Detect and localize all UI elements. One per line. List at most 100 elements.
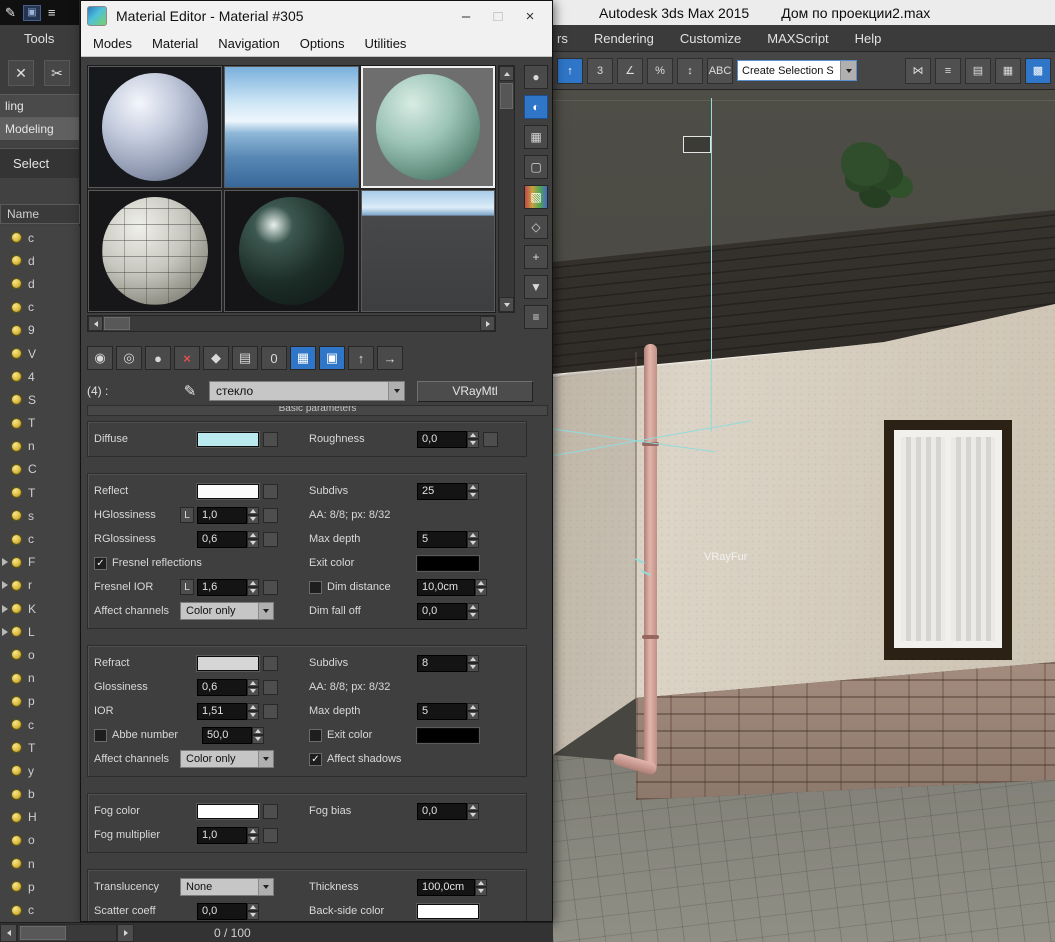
reflect-color-swatch[interactable]	[197, 483, 259, 499]
fresnel-ior-map-button[interactable]	[263, 579, 278, 595]
back-side-color-swatch[interactable]	[417, 903, 479, 919]
list-item[interactable]: T	[0, 736, 80, 759]
list-item[interactable]: c	[0, 713, 80, 736]
expand-arrow-icon[interactable]	[2, 859, 11, 868]
expand-arrow-icon[interactable]	[2, 535, 11, 544]
expand-arrow-icon[interactable]	[2, 650, 11, 659]
ior-map-button[interactable]	[263, 703, 278, 719]
scroll-thumb[interactable]	[104, 317, 130, 330]
assign-material-to-selection-icon[interactable]: ●	[145, 346, 171, 370]
object-layer-icon[interactable]	[11, 533, 22, 545]
list-item[interactable]: c	[0, 226, 80, 249]
object-layer-icon[interactable]	[11, 834, 22, 846]
layer-manager-icon[interactable]: ▤	[965, 57, 991, 84]
sample-slot-3[interactable]	[360, 66, 495, 188]
list-item[interactable]: n	[0, 435, 80, 458]
scroll-thumb[interactable]	[20, 925, 66, 940]
fog-color-map-button[interactable]	[263, 803, 278, 819]
maximize-button[interactable]: □	[482, 4, 514, 28]
material-id-channel-icon[interactable]: 0	[261, 346, 287, 370]
save-icon[interactable]: ▣	[22, 4, 41, 21]
refract-max-depth-spinner[interactable]: 5	[417, 702, 479, 720]
options-icon[interactable]: +	[524, 245, 548, 269]
list-item[interactable]: H	[0, 806, 80, 829]
basic-parameters-rollout[interactable]: Basic parameters	[87, 405, 548, 416]
refract-map-button[interactable]	[263, 655, 278, 671]
refract-glossiness-map-button[interactable]	[263, 679, 278, 695]
expand-arrow-icon[interactable]	[2, 743, 11, 752]
list-item[interactable]: 9	[0, 319, 80, 342]
object-layer-icon[interactable]	[11, 417, 22, 429]
object-layer-icon[interactable]	[11, 510, 22, 522]
refract-subdivs-spinner[interactable]: 8	[417, 654, 479, 672]
list-item[interactable]: S	[0, 388, 80, 411]
menu-item[interactable]: Customize	[680, 31, 741, 46]
align-icon[interactable]: ≡	[935, 57, 961, 84]
object-layer-icon[interactable]	[11, 255, 22, 267]
overflow-icon[interactable]: ≡	[48, 5, 56, 20]
expand-arrow-icon[interactable]	[2, 766, 11, 775]
rglossiness-map-button[interactable]	[263, 531, 278, 547]
expand-arrow-icon[interactable]	[2, 419, 11, 428]
tools-menu[interactable]: Tools	[24, 31, 54, 46]
fresnel-reflections-checkbox[interactable]: ✓	[94, 556, 107, 570]
roughness-spinner[interactable]: 0,0	[417, 430, 479, 448]
dim-fall-off-spinner[interactable]: 0,0	[417, 602, 479, 620]
expand-arrow-icon[interactable]	[2, 442, 11, 451]
chevron-down-icon[interactable]	[258, 879, 273, 895]
object-layer-icon[interactable]	[11, 695, 22, 707]
expand-arrow-icon[interactable]	[2, 581, 8, 590]
abbe-number-checkbox[interactable]	[94, 728, 107, 742]
video-color-check-icon[interactable]: ▧	[524, 185, 548, 209]
fog-bias-spinner[interactable]: 0,0	[417, 802, 479, 820]
object-layer-icon[interactable]	[11, 603, 22, 615]
sample-type-icon[interactable]: ●	[524, 65, 548, 89]
make-material-copy-icon[interactable]: ◆	[203, 346, 229, 370]
background-icon[interactable]: ▦	[524, 125, 548, 149]
spin-up-icon[interactable]	[467, 430, 479, 439]
list-item[interactable]: c	[0, 296, 80, 319]
get-material-icon[interactable]: ◉	[87, 346, 113, 370]
object-layer-icon[interactable]	[11, 626, 22, 638]
sample-slot-4[interactable]	[88, 190, 223, 312]
object-layer-icon[interactable]	[11, 348, 22, 360]
list-item[interactable]: p	[0, 875, 80, 898]
put-to-library-icon[interactable]: ▤	[232, 346, 258, 370]
list-item[interactable]: n	[0, 852, 80, 875]
object-layer-icon[interactable]	[11, 811, 22, 823]
refract-exit-color-swatch[interactable]	[417, 727, 479, 743]
list-item[interactable]: y	[0, 759, 80, 782]
list-item[interactable]: n	[0, 667, 80, 690]
chevron-down-icon[interactable]	[388, 382, 404, 400]
list-item[interactable]: 4	[0, 365, 80, 388]
menu-item[interactable]: Navigation	[218, 36, 279, 51]
scroll-right-icon[interactable]	[117, 923, 134, 942]
object-layer-icon[interactable]	[11, 904, 22, 916]
show-end-result-icon[interactable]: ▣	[319, 346, 345, 370]
scroll-left-icon[interactable]	[0, 923, 17, 942]
hglossiness-map-button[interactable]	[263, 507, 278, 523]
expand-arrow-icon[interactable]	[2, 836, 11, 845]
expand-arrow-icon[interactable]	[2, 465, 11, 474]
scroll-left-icon[interactable]	[88, 316, 103, 331]
affect-shadows-checkbox[interactable]: ✓	[309, 752, 322, 766]
list-item[interactable]: T	[0, 481, 80, 504]
material-editor-titlebar[interactable]: Material Editor - Material #305 – □ ×	[81, 1, 552, 31]
expand-arrow-icon[interactable]	[2, 349, 11, 358]
chevron-down-icon[interactable]	[258, 603, 273, 619]
put-material-to-scene-icon[interactable]: ◎	[116, 346, 142, 370]
object-layer-icon[interactable]	[11, 278, 22, 290]
expand-arrow-icon[interactable]	[2, 303, 11, 312]
object-layer-icon[interactable]	[11, 232, 22, 244]
ribbon-icon[interactable]: ▦	[995, 57, 1021, 84]
expand-arrow-icon[interactable]	[2, 627, 8, 636]
scroll-up-icon[interactable]	[499, 66, 514, 81]
show-map-in-viewport-icon[interactable]: ▦	[290, 346, 316, 370]
expand-arrow-icon[interactable]	[2, 372, 11, 381]
pick-material-from-object-icon[interactable]: ✎	[179, 380, 201, 402]
tab-modeling[interactable]: Modeling	[0, 117, 79, 140]
object-layer-icon[interactable]	[11, 672, 22, 684]
sample-uv-tiling-icon[interactable]: ▢	[524, 155, 548, 179]
scroll-right-icon[interactable]	[480, 316, 495, 331]
list-item[interactable]: c	[0, 527, 80, 550]
